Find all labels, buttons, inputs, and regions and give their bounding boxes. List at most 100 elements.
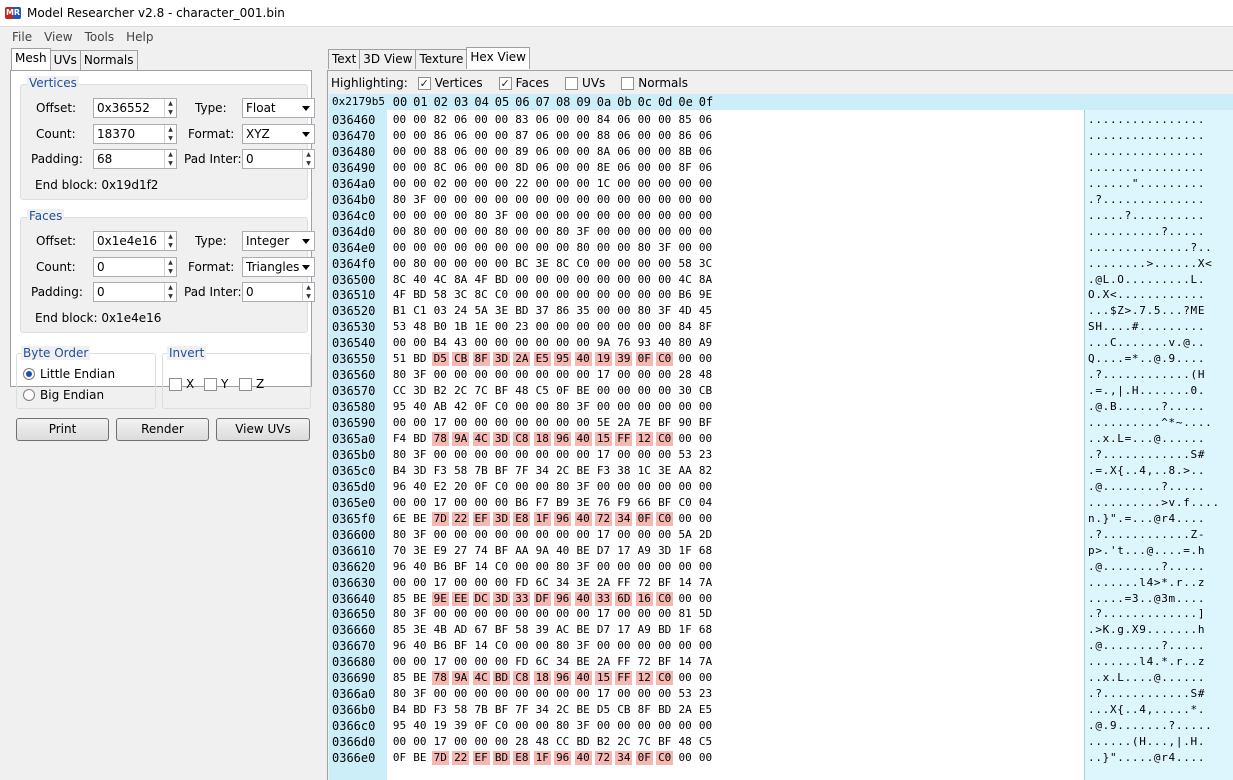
hex-byte[interactable]: 00 xyxy=(493,528,510,542)
hex-byte[interactable]: 12 xyxy=(635,432,653,446)
hex-byte[interactable]: 00 xyxy=(615,225,632,239)
hex-byte[interactable]: 00 xyxy=(697,512,714,526)
hex-byte[interactable]: 00 xyxy=(513,607,530,621)
hex-byte[interactable]: 3C xyxy=(452,288,469,302)
spin-arrows-icon[interactable]: ▲ ▼ xyxy=(164,99,176,117)
hex-byte[interactable]: 00 xyxy=(615,480,632,494)
hex-byte[interactable]: B6 xyxy=(677,288,694,302)
hex-byte[interactable]: 7A xyxy=(697,576,714,590)
hex-byte[interactable]: 00 xyxy=(534,225,551,239)
hex-byte[interactable]: 00 xyxy=(452,655,469,669)
invert-z-checkbox[interactable]: Z xyxy=(239,377,264,391)
hex-byte[interactable]: 45 xyxy=(697,304,714,318)
hex-byte[interactable]: 80 xyxy=(473,209,490,223)
hex-byte[interactable]: 58 xyxy=(452,703,469,717)
hex-byte[interactable]: CB xyxy=(697,384,714,398)
hex-byte[interactable]: BF xyxy=(493,384,510,398)
hex-byte[interactable]: 00 xyxy=(411,336,428,350)
hex-byte[interactable]: 7D xyxy=(431,511,449,526)
hex-byte[interactable]: 4C xyxy=(432,273,449,287)
hex-byte[interactable]: BF xyxy=(656,576,673,590)
hex-byte[interactable]: 14 xyxy=(677,576,694,590)
hex-byte[interactable]: 00 xyxy=(575,687,592,701)
hex-byte[interactable]: 6E xyxy=(391,512,408,526)
hex-byte[interactable]: 00 xyxy=(656,177,673,191)
hex-byte[interactable]: 34 xyxy=(554,655,571,669)
hex-byte[interactable]: 17 xyxy=(432,496,449,510)
hex-byte[interactable]: EF xyxy=(472,751,490,765)
hex-byte[interactable]: 00 xyxy=(391,655,408,669)
hex-byte[interactable]: 00 xyxy=(534,320,551,334)
hex-byte[interactable]: 48 xyxy=(677,735,694,749)
faces-format-select[interactable]: Triangles xyxy=(242,257,315,277)
hex-byte[interactable]: 06 xyxy=(534,113,551,127)
faces-type-select[interactable]: Integer xyxy=(242,231,315,251)
hex-byte[interactable]: 8C xyxy=(432,161,449,175)
hex-byte[interactable]: 00 xyxy=(554,336,571,350)
hex-byte[interactable]: 95 xyxy=(554,352,572,367)
hex-byte[interactable]: 00 xyxy=(411,177,428,191)
hex-byte[interactable]: 22 xyxy=(452,751,470,765)
vertices-padinter-input[interactable]: 0 ▲ ▼ xyxy=(242,149,315,169)
hex-byte[interactable]: 00 xyxy=(452,496,469,510)
hex-byte[interactable]: BD xyxy=(656,623,673,637)
hex-byte[interactable]: 80 xyxy=(554,639,571,653)
hex-byte[interactable]: FF xyxy=(615,432,633,446)
hex-byte[interactable]: 83 xyxy=(513,113,530,127)
hex-byte[interactable]: 00 xyxy=(677,719,694,733)
hex-byte[interactable]: 00 xyxy=(636,560,653,574)
hex-byte[interactable]: 00 xyxy=(452,209,469,223)
hex-byte[interactable]: 0F xyxy=(391,751,408,765)
hex-byte[interactable]: 3F xyxy=(656,241,673,255)
hex-byte[interactable]: 3F xyxy=(575,560,592,574)
hex-byte[interactable]: 00 xyxy=(595,400,612,414)
hex-byte[interactable]: 00 xyxy=(411,576,428,590)
hex-byte[interactable]: 00 xyxy=(554,129,571,143)
hex-byte[interactable]: B6 xyxy=(432,560,449,574)
menu-view[interactable]: View xyxy=(38,30,78,44)
hex-byte[interactable]: 7D xyxy=(431,751,449,765)
hex-byte[interactable]: 23 xyxy=(697,448,714,462)
hex-byte[interactable]: 80 xyxy=(391,687,408,701)
hex-byte[interactable]: 88 xyxy=(432,145,449,159)
hex-byte[interactable]: 3E xyxy=(575,496,592,510)
hex-byte[interactable]: 2A xyxy=(615,416,632,430)
hex-byte[interactable]: 00 xyxy=(473,528,490,542)
hex-byte[interactable]: BD xyxy=(656,703,673,717)
hex-byte[interactable]: 3D xyxy=(493,432,510,446)
hex-byte[interactable]: 1B xyxy=(452,320,469,334)
hex-byte[interactable]: 80 xyxy=(391,607,408,621)
hex-byte[interactable]: 00 xyxy=(513,448,530,462)
hex-byte[interactable]: 95 xyxy=(391,719,408,733)
hex-byte[interactable]: C1 xyxy=(411,304,428,318)
hex-byte[interactable]: 00 xyxy=(391,241,408,255)
tab-mesh[interactable]: Mesh xyxy=(11,48,51,70)
hex-byte[interactable]: 00 xyxy=(473,336,490,350)
view-uvs-button[interactable]: View UVs xyxy=(216,418,310,441)
hex-byte[interactable]: 00 xyxy=(697,671,714,685)
hex-byte[interactable]: 00 xyxy=(575,145,592,159)
hex-byte[interactable]: 00 xyxy=(595,193,612,207)
hex-byte[interactable]: 06 xyxy=(615,113,632,127)
spin-arrows-icon[interactable]: ▲ ▼ xyxy=(302,283,314,301)
hex-byte[interactable]: 1C xyxy=(595,177,612,191)
hex-byte[interactable]: 00 xyxy=(677,480,694,494)
hex-byte[interactable]: 86 xyxy=(432,129,449,143)
hex-byte[interactable]: 00 xyxy=(656,639,673,653)
hex-byte[interactable]: 6C xyxy=(534,655,551,669)
hex-byte[interactable]: 8F xyxy=(472,352,490,367)
hex-byte[interactable]: 00 xyxy=(636,400,653,414)
hex-byte[interactable]: 80 xyxy=(554,719,571,733)
hex-byte[interactable]: BF xyxy=(656,655,673,669)
hex-byte[interactable]: 8C xyxy=(391,273,408,287)
hex-byte[interactable]: F3 xyxy=(432,464,449,478)
hex-byte[interactable]: 00 xyxy=(656,448,673,462)
hex-byte[interactable]: 00 xyxy=(534,273,551,287)
hex-byte[interactable]: C8 xyxy=(513,671,531,686)
hex-byte[interactable]: 40 xyxy=(574,671,592,686)
hex-byte[interactable]: 7E xyxy=(636,416,653,430)
hex-byte[interactable]: 00 xyxy=(595,320,612,334)
hex-byte[interactable]: 84 xyxy=(677,320,694,334)
hex-byte[interactable]: F3 xyxy=(595,464,612,478)
hex-byte[interactable]: 00 xyxy=(575,209,592,223)
